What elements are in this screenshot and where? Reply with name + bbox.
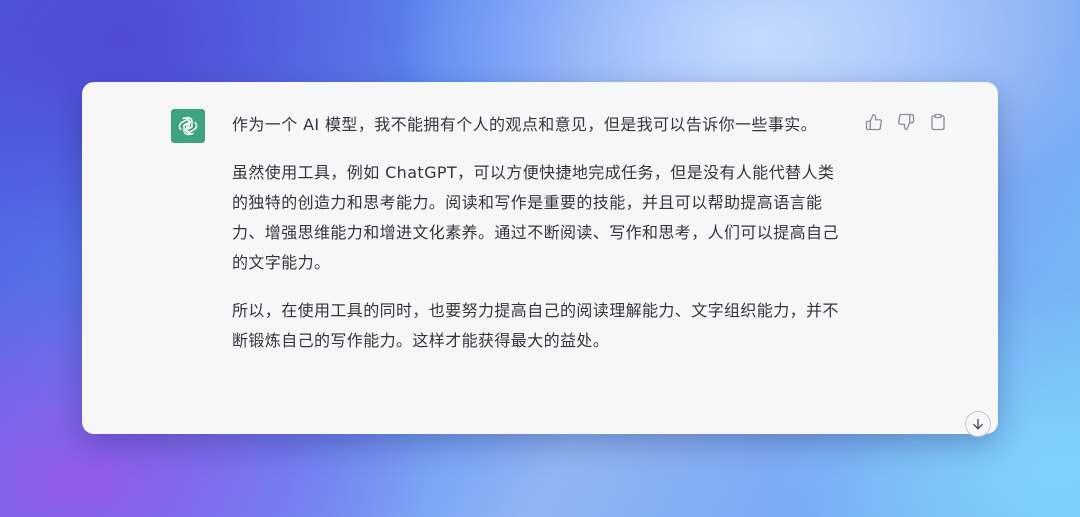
message-paragraph-2: 虽然使用工具，例如 ChatGPT，可以方便快捷地完成任务，但是没有人能代替人类…	[232, 163, 839, 272]
chat-message-card: 作为一个 AI 模型，我不能拥有个人的观点和意见，但是我可以告诉你一些事实。 虽…	[82, 82, 998, 437]
assistant-message: 作为一个 AI 模型，我不能拥有个人的观点和意见，但是我可以告诉你一些事实。 虽…	[232, 110, 842, 374]
copy-button[interactable]	[928, 112, 948, 132]
clipboard-icon	[931, 113, 945, 131]
thumbs-up-icon	[865, 113, 882, 131]
openai-logo-icon	[178, 116, 198, 136]
assistant-avatar	[171, 109, 205, 143]
thumbs-down-button[interactable]	[896, 112, 916, 132]
arrow-down-icon	[973, 418, 983, 430]
message-paragraph-3: 所以，在使用工具的同时，也要努力提高自己的阅读理解能力、文字组织能力，并不断锻炼…	[232, 301, 839, 350]
message-actions	[864, 112, 948, 132]
scroll-to-bottom-button[interactable]	[965, 411, 991, 437]
thumbs-down-icon	[898, 113, 915, 131]
message-paragraph-1: 作为一个 AI 模型，我不能拥有个人的观点和意见，但是我可以告诉你一些事实。	[232, 115, 818, 134]
thumbs-up-button[interactable]	[864, 112, 884, 132]
